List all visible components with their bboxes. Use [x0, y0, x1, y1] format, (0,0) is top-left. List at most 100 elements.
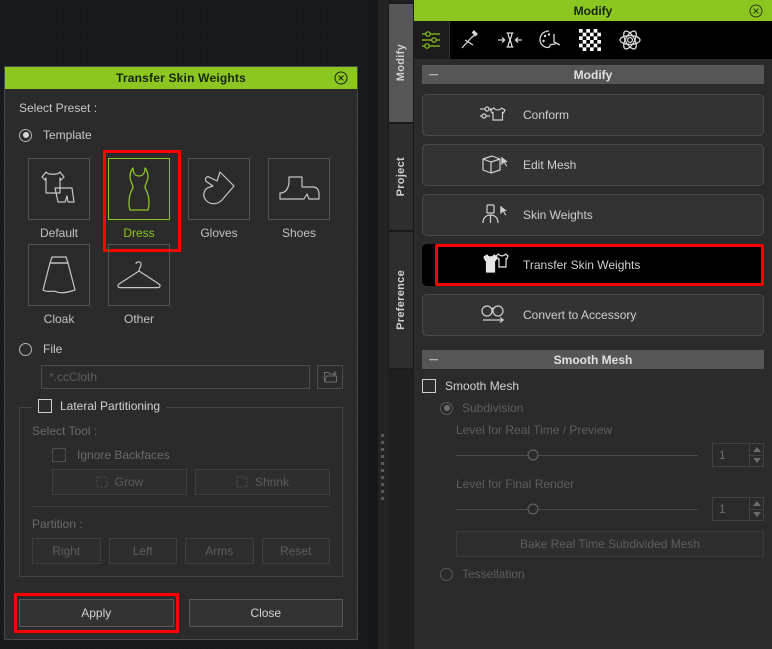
preset-shoes[interactable]: Shoes — [259, 154, 339, 240]
edit-mesh-icon — [479, 152, 509, 178]
subdivision-radio-row[interactable]: Subdivision — [440, 401, 764, 415]
panel-title-bar: Modify — [414, 0, 772, 21]
sliders-icon[interactable] — [414, 21, 450, 59]
transfer-skin-weights-icon — [479, 253, 511, 277]
stepper-down-button[interactable] — [749, 454, 764, 467]
select-preset-label: Select Preset : — [19, 101, 98, 115]
conform-label: Conform — [523, 108, 570, 122]
realtime-level-row: 1 — [456, 443, 764, 467]
preset-label: Cloak — [43, 312, 75, 326]
final-render-level-slider[interactable] — [456, 503, 698, 515]
file-radio[interactable] — [19, 342, 32, 356]
ignore-backfaces-checkbox[interactable] — [52, 448, 66, 462]
dialog-title-bar: Transfer Skin Weights — [5, 67, 357, 89]
edit-mesh-label: Edit Mesh — [523, 158, 577, 172]
folder-open-icon[interactable] — [317, 365, 343, 389]
apply-button[interactable]: Apply — [19, 599, 174, 627]
slider-knob[interactable] — [527, 449, 539, 461]
bake-subdivided-mesh-button[interactable]: Bake Real Time Subdivided Mesh — [456, 531, 764, 557]
conform-button[interactable]: Conform — [422, 94, 764, 136]
partition-right-button[interactable]: Right — [32, 538, 101, 564]
grow-label: Grow — [114, 475, 144, 489]
stepper-up-button[interactable] — [749, 497, 764, 509]
shrink-button[interactable]: Shrink — [195, 469, 330, 495]
skin-weights-button[interactable]: Skin Weights — [422, 194, 764, 236]
final-render-level-row: 1 — [456, 497, 764, 521]
grow-icon — [96, 476, 108, 488]
preset-label: Dress — [123, 226, 155, 240]
final-render-level-value[interactable]: 1 — [712, 497, 749, 521]
ignore-backfaces-row[interactable]: Ignore Backfaces — [32, 448, 330, 462]
preset-dress[interactable]: Dress — [99, 150, 181, 252]
atom-icon[interactable] — [610, 21, 650, 59]
transfer-skin-weights-button[interactable]: Transfer Skin Weights — [422, 244, 764, 286]
smooth-mesh-checkbox-row[interactable]: Smooth Mesh — [422, 379, 764, 393]
collapse-icon[interactable] — [429, 358, 438, 361]
preset-other[interactable]: Other — [99, 240, 179, 326]
edit-mesh-button[interactable]: Edit Mesh — [422, 144, 764, 186]
modify-section-title: Modify — [573, 67, 613, 82]
calibrate-icon[interactable] — [490, 21, 530, 59]
tessellation-radio-row[interactable]: Tessellation — [440, 567, 764, 581]
skin-weights-icon — [479, 202, 509, 228]
partition-arms-button[interactable]: Arms — [185, 538, 254, 564]
sidebar-tab-preference[interactable]: Preference — [388, 231, 414, 369]
sidebar-tab-project[interactable]: Project — [388, 123, 414, 231]
preset-cloak[interactable]: Cloak — [19, 240, 99, 326]
partition-buttons-row: Right Left Arms Reset — [32, 538, 330, 564]
close-circle-icon[interactable] — [334, 71, 348, 85]
sidebar-tab-modify[interactable]: Modify — [388, 3, 414, 123]
collapse-icon[interactable] — [429, 73, 438, 76]
checker-icon[interactable] — [570, 21, 610, 59]
file-radio-row[interactable]: File — [19, 342, 343, 356]
lateral-partitioning-legend[interactable]: Lateral Partitioning — [32, 399, 167, 413]
apply-button-wrapper: Apply — [14, 593, 178, 633]
stepper-up-button[interactable] — [749, 443, 764, 455]
modify-section-header[interactable]: Modify — [422, 65, 764, 84]
stepper-down-button[interactable] — [749, 508, 764, 521]
splitter-grip-dots — [381, 434, 384, 500]
stepper-buttons[interactable] — [749, 497, 764, 521]
file-path-input[interactable]: *.ccCloth — [41, 365, 310, 389]
pose-edit-icon[interactable] — [450, 21, 490, 59]
tessellation-radio[interactable] — [440, 567, 453, 581]
realtime-level-slider[interactable] — [456, 449, 698, 461]
preset-default[interactable]: Default — [19, 154, 99, 240]
sidebar-tab-project-label: Project — [395, 157, 407, 197]
smooth-mesh-checkbox[interactable] — [422, 379, 436, 393]
lateral-partitioning-checkbox[interactable] — [38, 399, 52, 413]
final-render-level-stepper[interactable]: 1 — [712, 497, 764, 521]
stepper-buttons[interactable] — [749, 443, 764, 467]
lateral-partitioning-group: Lateral Partitioning Select Tool : Ignor… — [19, 399, 343, 577]
panel-splitter[interactable] — [378, 0, 388, 649]
convert-accessory-icon — [479, 303, 511, 327]
tshirt-pants-icon — [28, 158, 90, 220]
slider-knob[interactable] — [527, 503, 539, 515]
smooth-mesh-section-title: Smooth Mesh — [553, 352, 633, 367]
chevron-up-icon — [752, 446, 761, 452]
final-render-level-label: Level for Final Render — [456, 477, 575, 491]
grow-button[interactable]: Grow — [52, 469, 187, 495]
group-divider — [32, 506, 330, 507]
template-radio[interactable] — [19, 128, 32, 142]
sidebar-tab-preference-label: Preference — [395, 270, 407, 330]
convert-to-accessory-button[interactable]: Convert to Accessory — [422, 294, 764, 336]
ignore-backfaces-label: Ignore Backfaces — [77, 448, 170, 462]
preset-gloves[interactable]: Gloves — [179, 154, 259, 240]
dialog-footer: Apply Close — [14, 593, 343, 633]
conform-icon — [479, 103, 509, 127]
partition-left-button[interactable]: Left — [108, 538, 177, 564]
sidebar-tab-modify-label: Modify — [395, 44, 407, 82]
close-button[interactable]: Close — [188, 599, 343, 627]
smooth-mesh-section-header[interactable]: Smooth Mesh — [422, 350, 764, 369]
partition-reset-button[interactable]: Reset — [261, 538, 330, 564]
grow-shrink-row: Grow Shrink — [32, 469, 330, 495]
close-circle-icon[interactable] — [749, 4, 763, 18]
template-radio-row[interactable]: Template — [19, 128, 343, 142]
tessellation-label: Tessellation — [462, 567, 525, 581]
palette-icon[interactable] — [530, 21, 570, 59]
subdivision-radio[interactable] — [440, 401, 453, 415]
realtime-level-stepper[interactable]: 1 — [712, 443, 764, 467]
panel-content: Modify Conform Edit Mesh Skin Weights Tr… — [414, 59, 772, 649]
realtime-level-value[interactable]: 1 — [712, 443, 749, 467]
